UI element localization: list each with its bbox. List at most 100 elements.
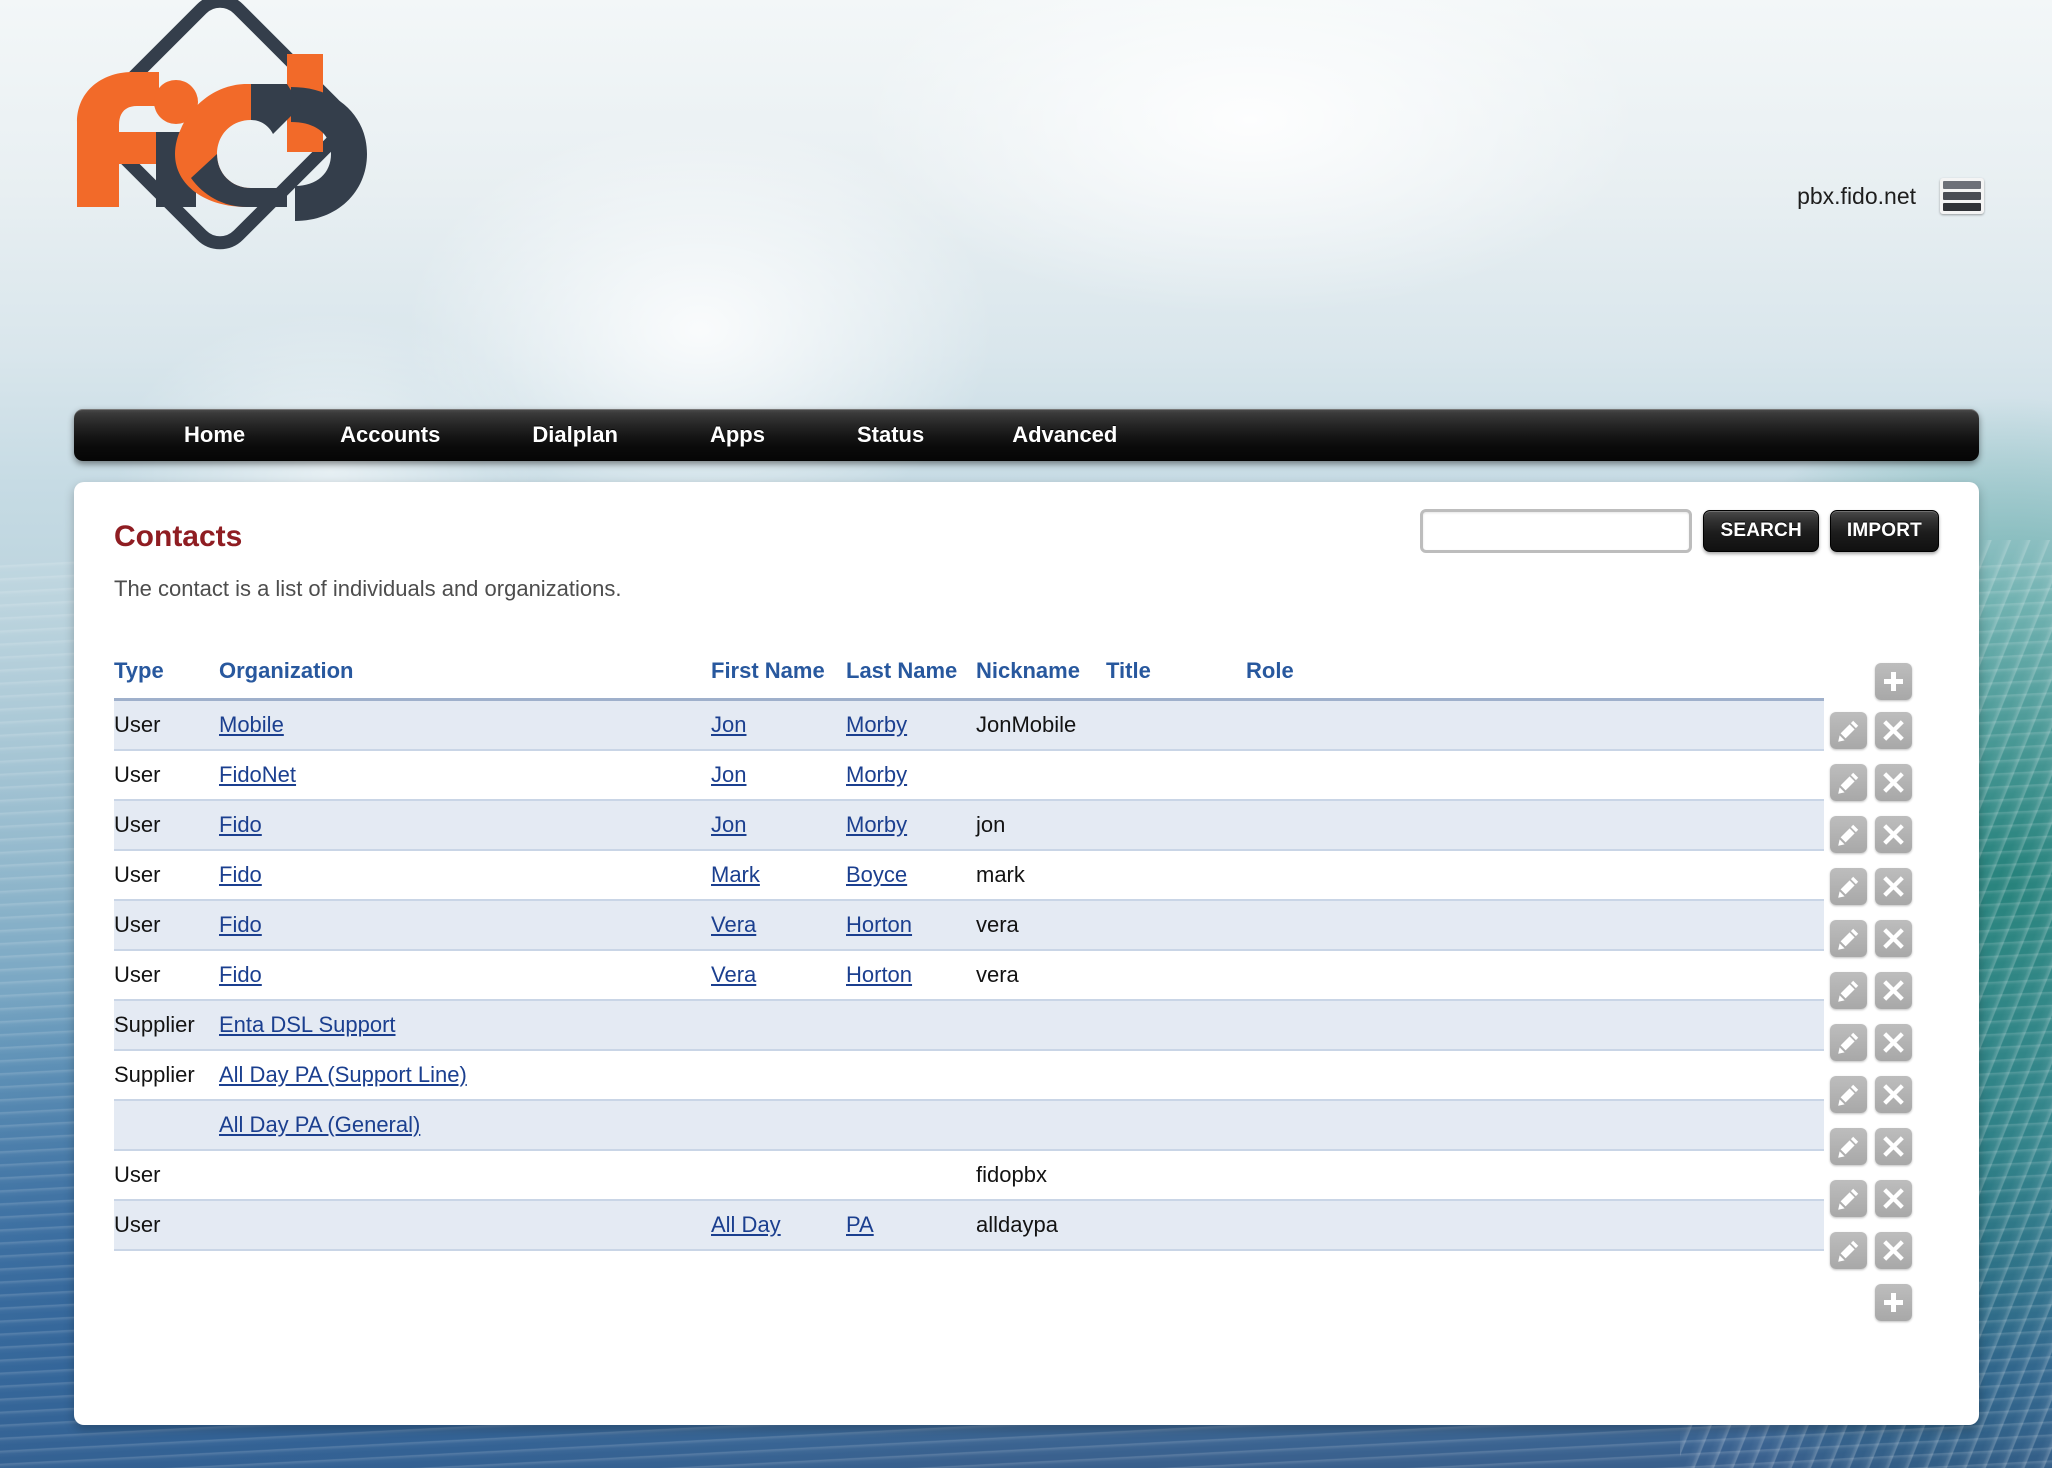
row-actions-column bbox=[1830, 658, 1940, 1328]
link-last-name[interactable]: PA bbox=[846, 1212, 874, 1237]
link-last-name[interactable]: Morby bbox=[846, 812, 907, 837]
pencil-icon[interactable] bbox=[1830, 1231, 1867, 1269]
column-header-type-link[interactable]: Type bbox=[114, 658, 164, 683]
table-row: User Mobile Jon Morby JonMobile bbox=[114, 699, 1824, 751]
link-organization[interactable]: All Day PA (Support Line) bbox=[219, 1062, 467, 1087]
link-last-name[interactable]: Horton bbox=[846, 912, 912, 937]
cell-organization: All Day PA (Support Line) bbox=[219, 1049, 711, 1101]
close-x-icon[interactable] bbox=[1875, 763, 1912, 801]
close-x-icon[interactable] bbox=[1875, 1231, 1912, 1269]
close-x-icon[interactable] bbox=[1875, 971, 1912, 1009]
cell-first-name: Vera bbox=[711, 949, 846, 1001]
pencil-icon[interactable] bbox=[1830, 763, 1867, 801]
nav-item-apps[interactable]: Apps bbox=[710, 422, 765, 448]
cell-nickname: alldaypa bbox=[976, 1199, 1106, 1251]
close-x-icon[interactable] bbox=[1875, 1075, 1912, 1113]
link-first-name[interactable]: Vera bbox=[711, 962, 756, 987]
import-button[interactable]: IMPORT bbox=[1829, 510, 1939, 552]
column-header-role-link[interactable]: Role bbox=[1246, 658, 1294, 683]
table-row: All Day PA (General) bbox=[114, 1099, 1824, 1151]
cell-role bbox=[1246, 1149, 1824, 1201]
cell-nickname: vera bbox=[976, 949, 1106, 1001]
column-header-organization-link[interactable]: Organization bbox=[219, 658, 353, 683]
link-organization[interactable]: Enta DSL Support bbox=[219, 1012, 396, 1037]
nav-item-advanced[interactable]: Advanced bbox=[1012, 422, 1117, 448]
pencil-icon[interactable] bbox=[1830, 1075, 1867, 1113]
link-first-name[interactable]: Jon bbox=[711, 712, 746, 737]
link-last-name[interactable]: Morby bbox=[846, 762, 907, 787]
close-x-icon[interactable] bbox=[1875, 1179, 1912, 1217]
close-x-icon[interactable] bbox=[1875, 867, 1912, 905]
link-last-name[interactable]: Morby bbox=[846, 712, 907, 737]
text-type: User bbox=[114, 761, 161, 787]
pencil-icon[interactable] bbox=[1830, 1127, 1867, 1165]
cell-first-name bbox=[711, 999, 846, 1051]
close-x-icon[interactable] bbox=[1875, 815, 1912, 853]
plus-icon[interactable] bbox=[1875, 662, 1912, 700]
link-organization[interactable]: Fido bbox=[219, 962, 262, 987]
link-organization[interactable]: Fido bbox=[219, 912, 262, 937]
table-row: User Fido Mark Boyce mark bbox=[114, 849, 1824, 901]
cell-organization bbox=[219, 1199, 711, 1251]
link-first-name[interactable]: Jon bbox=[711, 812, 746, 837]
close-x-icon[interactable] bbox=[1875, 919, 1912, 957]
link-first-name[interactable]: Mark bbox=[711, 862, 760, 887]
link-organization[interactable]: All Day PA (General) bbox=[219, 1112, 420, 1137]
column-header-nickname[interactable]: Nickname bbox=[976, 658, 1106, 701]
column-header-first-name[interactable]: First Name bbox=[711, 658, 846, 701]
nav-item-accounts[interactable]: Accounts bbox=[340, 422, 440, 448]
column-header-first-name-link[interactable]: First Name bbox=[711, 658, 825, 683]
column-header-organization[interactable]: Organization bbox=[219, 658, 711, 701]
link-first-name[interactable]: Vera bbox=[711, 912, 756, 937]
cell-role bbox=[1246, 849, 1824, 901]
plus-icon[interactable] bbox=[1875, 1283, 1912, 1321]
column-header-last-name[interactable]: Last Name bbox=[846, 658, 976, 701]
column-header-title[interactable]: Title bbox=[1106, 658, 1246, 701]
fido-logo[interactable] bbox=[55, 0, 385, 312]
link-first-name[interactable]: Jon bbox=[711, 762, 746, 787]
cell-title bbox=[1106, 949, 1246, 1001]
nav-item-dialplan[interactable]: Dialplan bbox=[532, 422, 618, 448]
cell-nickname: vera bbox=[976, 899, 1106, 951]
text-nickname: alldaypa bbox=[976, 1211, 1058, 1237]
close-x-icon[interactable] bbox=[1875, 1127, 1912, 1165]
link-last-name[interactable]: Boyce bbox=[846, 862, 907, 887]
pencil-icon[interactable] bbox=[1830, 919, 1867, 957]
link-organization[interactable]: FidoNet bbox=[219, 762, 296, 787]
column-header-last-name-link[interactable]: Last Name bbox=[846, 658, 957, 683]
column-header-nickname-link[interactable]: Nickname bbox=[976, 658, 1080, 683]
link-first-name[interactable]: All Day bbox=[711, 1212, 781, 1237]
nav-item-home[interactable]: Home bbox=[184, 422, 245, 448]
app-background: pbx.fido.net Home Accounts Dialplan Apps… bbox=[0, 0, 2052, 1468]
pencil-icon[interactable] bbox=[1830, 1023, 1867, 1061]
pencil-icon[interactable] bbox=[1830, 867, 1867, 905]
table-row: Supplier Enta DSL Support bbox=[114, 999, 1824, 1051]
column-header-title-link[interactable]: Title bbox=[1106, 658, 1151, 683]
close-x-icon[interactable] bbox=[1875, 1023, 1912, 1061]
table-row: User Fido Jon Morby jon bbox=[114, 799, 1824, 851]
pencil-icon[interactable] bbox=[1830, 1179, 1867, 1217]
table-row-actions bbox=[1830, 1016, 1940, 1068]
search-input[interactable] bbox=[1420, 509, 1693, 553]
column-header-role[interactable]: Role bbox=[1246, 658, 1824, 701]
pencil-icon[interactable] bbox=[1830, 815, 1867, 853]
column-header-type[interactable]: Type bbox=[114, 658, 219, 701]
link-last-name[interactable]: Horton bbox=[846, 962, 912, 987]
search-button[interactable]: SEARCH bbox=[1703, 510, 1819, 552]
close-x-icon[interactable] bbox=[1875, 711, 1912, 749]
link-organization[interactable]: Fido bbox=[219, 812, 262, 837]
cell-last-name bbox=[846, 1049, 976, 1101]
hamburger-icon[interactable] bbox=[1940, 178, 1984, 214]
cell-last-name: PA bbox=[846, 1199, 976, 1251]
pencil-icon[interactable] bbox=[1830, 711, 1867, 749]
link-organization[interactable]: Fido bbox=[219, 862, 262, 887]
cell-last-name bbox=[846, 1149, 976, 1201]
cell-first-name: All Day bbox=[711, 1199, 846, 1251]
link-organization[interactable]: Mobile bbox=[219, 712, 284, 737]
nav-item-status[interactable]: Status bbox=[857, 422, 924, 448]
cell-title bbox=[1106, 1199, 1246, 1251]
cell-type: User bbox=[114, 749, 219, 801]
cell-nickname bbox=[976, 999, 1106, 1051]
cell-nickname: jon bbox=[976, 799, 1106, 851]
pencil-icon[interactable] bbox=[1830, 971, 1867, 1009]
